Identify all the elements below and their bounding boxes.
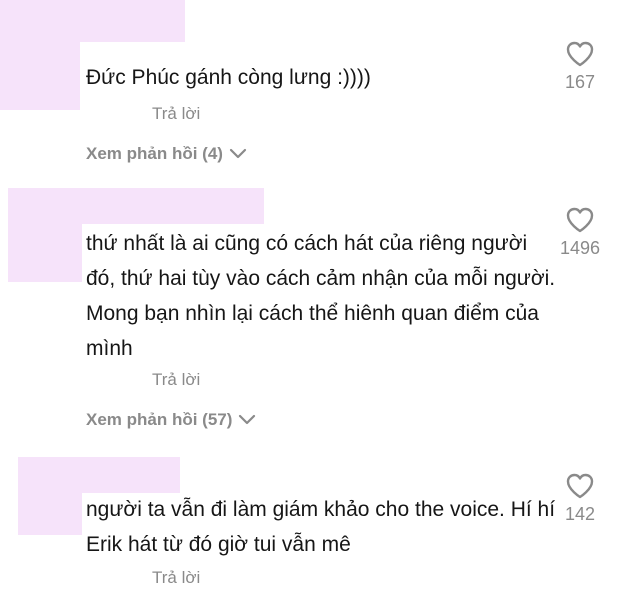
heart-outline-icon [566,41,594,67]
view-replies-button[interactable]: Xem phản hồi (4) [86,144,247,164]
redacted-avatar [0,42,80,110]
chevron-down-icon [229,148,247,159]
reply-button[interactable]: Trả lời [152,370,200,390]
chevron-down-icon [239,414,256,425]
comment-text: thứ nhất là ai cũng có cách hát của riên… [86,232,556,360]
redacted-avatar [18,493,82,535]
like-count: 142 [564,504,596,524]
view-replies-button[interactable]: Xem phản hồi (57) [86,410,256,430]
view-replies-label: Xem phản hồi (57) [86,410,233,429]
heart-outline-icon [566,473,594,499]
redacted-avatar [8,224,82,282]
like-button[interactable]: 167 [545,40,615,93]
view-replies-label: Xem phản hồi (4) [86,144,223,163]
redacted-username [0,0,185,42]
like-count: 167 [564,72,596,92]
comment-text: người ta vẫn đi làm giám khảo cho the vo… [86,498,556,556]
like-button[interactable]: 1496 [545,206,615,259]
reply-button[interactable]: Trả lời [152,568,200,588]
like-button[interactable]: 142 [545,472,615,525]
reply-button[interactable]: Trả lời [152,104,200,124]
redacted-username [18,457,180,493]
redacted-username [8,188,264,224]
comment-text: Đức Phúc gánh còng lưng :)))) [86,66,371,89]
heart-outline-icon [566,207,594,233]
like-count: 1496 [559,238,601,258]
